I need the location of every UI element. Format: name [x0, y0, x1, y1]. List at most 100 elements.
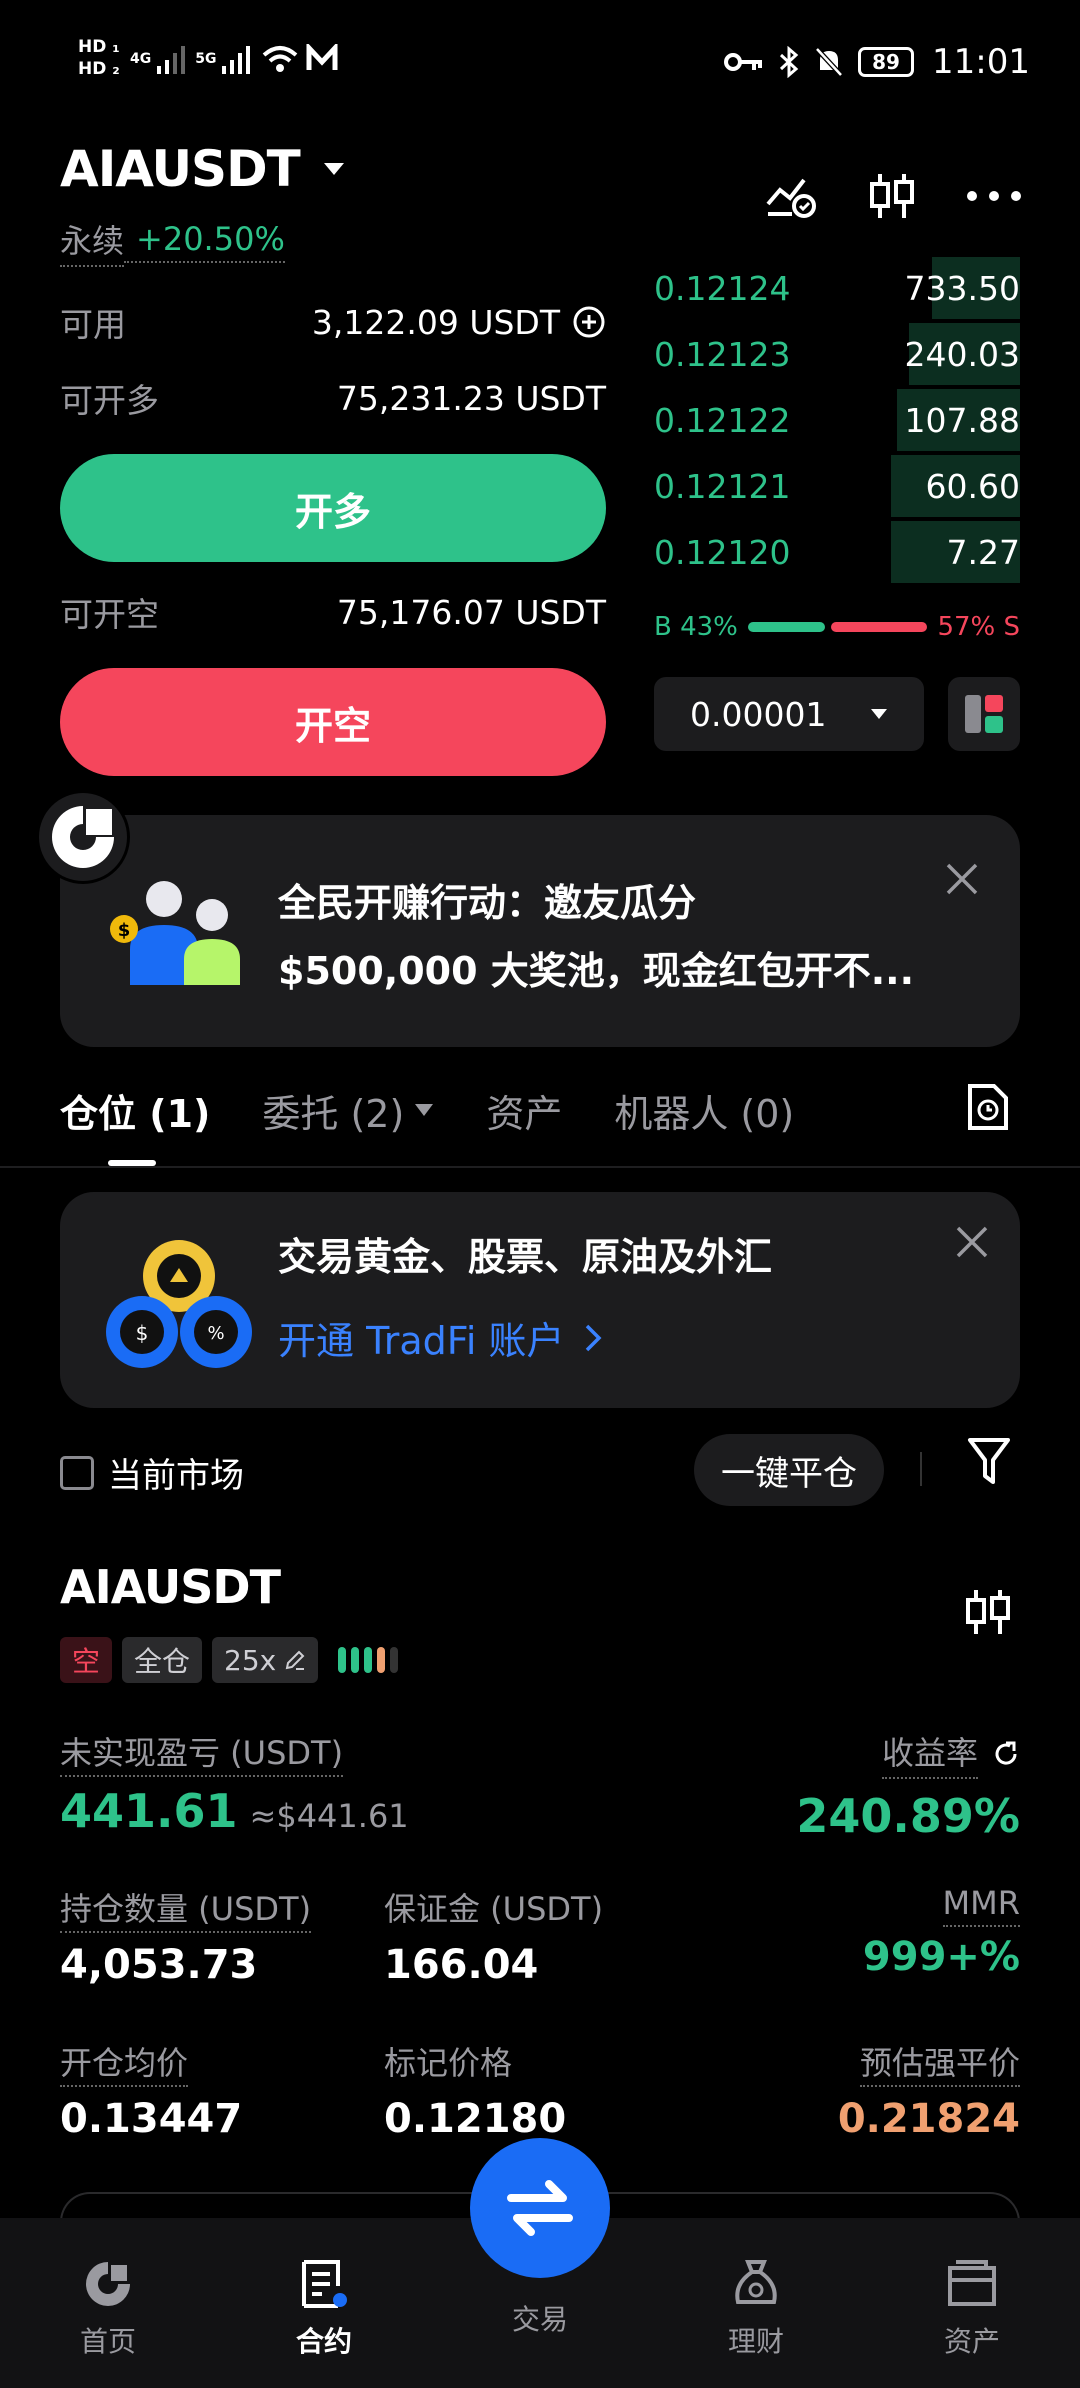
orderbook-row[interactable]: 0.12124 733.50: [654, 255, 1020, 321]
order-price: 0.12122: [654, 400, 791, 440]
order-qty: 240.03: [904, 334, 1020, 374]
short-max-value: 75,176.07 USDT: [336, 592, 606, 632]
entry-block: 开仓均价 0.13447: [60, 2038, 242, 2142]
chart-alert-icon[interactable]: [764, 172, 818, 220]
size-label: 持仓数量 (USDT): [60, 1890, 312, 1933]
more-icon[interactable]: [966, 190, 1022, 202]
chevron-down-icon: [415, 1104, 434, 1116]
net2-label: 5G: [195, 51, 217, 67]
layout-toggle-button[interactable]: [948, 677, 1020, 751]
mark-label: 标记价格: [384, 2044, 513, 2082]
adl-bar-1: [338, 1647, 347, 1673]
clock: 11:01: [932, 42, 1030, 82]
mail-icon: [306, 44, 338, 70]
chevron-right-icon: [586, 1324, 602, 1351]
tab-positions[interactable]: 仓位 (1): [60, 1083, 210, 1138]
nav-contract[interactable]: 合约: [216, 2258, 432, 2360]
margin-mode-tag: 全仓: [122, 1637, 203, 1683]
edit-icon: [285, 1650, 305, 1670]
current-market-filter[interactable]: 当前市场: [60, 1448, 244, 1497]
order-qty: 107.88: [904, 400, 1020, 440]
nav-trade-label: 交易: [511, 2303, 568, 2336]
tradfi-promo-card[interactable]: $ % 交易黄金、股票、原油及外汇 开通 TradFi 账户: [60, 1192, 1020, 1408]
orderbook-rows: 0.12124 733.50 0.12123 240.03 0.12122 107.88 0…: [654, 255, 1020, 585]
refresh-icon[interactable]: [992, 1740, 1020, 1768]
side-tag: 空: [60, 1637, 113, 1683]
nav-finance[interactable]: 理财: [648, 2258, 864, 2360]
change-percent: +20.50%: [124, 220, 285, 263]
close-icon[interactable]: [954, 1224, 990, 1260]
entry-value: 0.13447: [60, 2096, 243, 2142]
short-max-label: 可开空: [60, 595, 159, 634]
order-qty: 7.27: [946, 532, 1020, 572]
pair-title: AIAUSDT: [60, 140, 301, 198]
checkbox[interactable]: [60, 1455, 94, 1490]
close-icon[interactable]: [944, 861, 980, 897]
liq-label: 预估强平价: [859, 2044, 1020, 2087]
orderbook-row[interactable]: 0.12121 60.60: [654, 453, 1020, 519]
tab-orders[interactable]: 委托 (2): [262, 1083, 434, 1138]
long-max-label: 可开多: [60, 381, 159, 420]
float-logo-button[interactable]: [36, 790, 130, 884]
precision-select[interactable]: 0.00001: [654, 677, 924, 751]
bluetooth-icon: [779, 46, 799, 78]
orderbook-row[interactable]: 0.12120 7.27: [654, 519, 1020, 585]
svg-text:$: $: [118, 920, 131, 941]
position-tabs: 仓位 (1) 委托 (2) 资产 机器人 (0): [60, 1080, 846, 1140]
nav-home[interactable]: 首页: [0, 2258, 216, 2360]
orderbook-row[interactable]: 0.12123 240.03: [654, 321, 1020, 387]
chart-icon[interactable]: [964, 1586, 1012, 1638]
nav-assets[interactable]: 资产: [864, 2258, 1080, 2360]
candlestick-icon[interactable]: [868, 170, 916, 222]
leverage-tag[interactable]: 25x: [212, 1637, 319, 1683]
current-market-label: 当前市场: [108, 1456, 244, 1496]
open-long-button[interactable]: 开多: [60, 454, 606, 562]
entry-label: 开仓均价: [60, 2044, 189, 2087]
open-short-button[interactable]: 开空: [60, 668, 606, 776]
nav-trade[interactable]: 交易: [432, 2138, 648, 2338]
hd2-label: HD: [78, 59, 107, 79]
order-price: 0.12124: [654, 268, 791, 308]
tab-bots[interactable]: 机器人 (0): [614, 1083, 794, 1138]
adl-bar-5: [390, 1647, 399, 1673]
liq-value: 0.21824: [837, 2096, 1020, 2142]
signal-bars-icon: [157, 46, 186, 74]
tabs-divider: [0, 1166, 1080, 1168]
promo-line2: $500,000 大奖池，现金红包开不...: [278, 949, 915, 993]
battery-level: 89: [872, 50, 900, 74]
promo-invite-card[interactable]: $ 全民开赚行动：邀友瓜分 $500,000 大奖池，现金红包开不...: [60, 815, 1020, 1047]
adl-indicator: [338, 1647, 399, 1673]
liq-block: 预估强平价 0.21824: [838, 2038, 1020, 2142]
mute-bell-icon: [815, 47, 843, 77]
pnl-value: 441.61: [60, 1784, 238, 1838]
ratio-buy-fill: [747, 622, 826, 632]
position-pair: AIAUSDT: [60, 1560, 281, 1614]
wallet-icon: [948, 2260, 996, 2306]
status-bar: HD ₁ HD ₂ 4G 5G 89 11:01: [0, 0, 1080, 130]
pnl-usd: ≈$441.61: [249, 1797, 409, 1835]
orderbook-row[interactable]: 0.12122 107.88: [654, 387, 1020, 453]
pair-selector[interactable]: AIAUSDT: [60, 140, 346, 198]
signal-icons: 4G 5G: [130, 44, 338, 74]
mmr-label: MMR: [942, 1884, 1020, 1927]
close-all-button[interactable]: 一键平仓: [694, 1434, 884, 1506]
battery-icon: 89: [858, 47, 915, 77]
tradfi-title: 交易黄金、股票、原油及外汇: [278, 1235, 773, 1279]
add-funds-icon[interactable]: [572, 305, 606, 339]
tradfi-link[interactable]: 开通 TradFi 账户: [278, 1310, 602, 1365]
orderbook: 0.12124 733.50 0.12123 240.03 0.12122 107.88 0…: [654, 255, 1020, 751]
trade-fab-button[interactable]: [470, 2138, 610, 2278]
long-max-row: 可开多 75,231.23 USDT: [60, 372, 606, 424]
filter-icon[interactable]: [966, 1436, 1012, 1488]
margin-value: 166.04: [384, 1942, 539, 1988]
tab-orders-label: 委托 (2): [262, 1091, 405, 1136]
history-icon[interactable]: [966, 1082, 1010, 1132]
nav-home-label: 首页: [79, 2325, 136, 2358]
adl-bar-3: [364, 1647, 373, 1673]
roi-label: 收益率: [881, 1728, 978, 1779]
chevron-down-icon: [871, 709, 887, 719]
short-max-row: 可开空 75,176.07 USDT: [60, 586, 606, 638]
tab-assets[interactable]: 资产: [486, 1083, 562, 1138]
tradfi-coins-icon: $ %: [106, 1240, 252, 1368]
nav-assets-label: 资产: [943, 2325, 1000, 2358]
